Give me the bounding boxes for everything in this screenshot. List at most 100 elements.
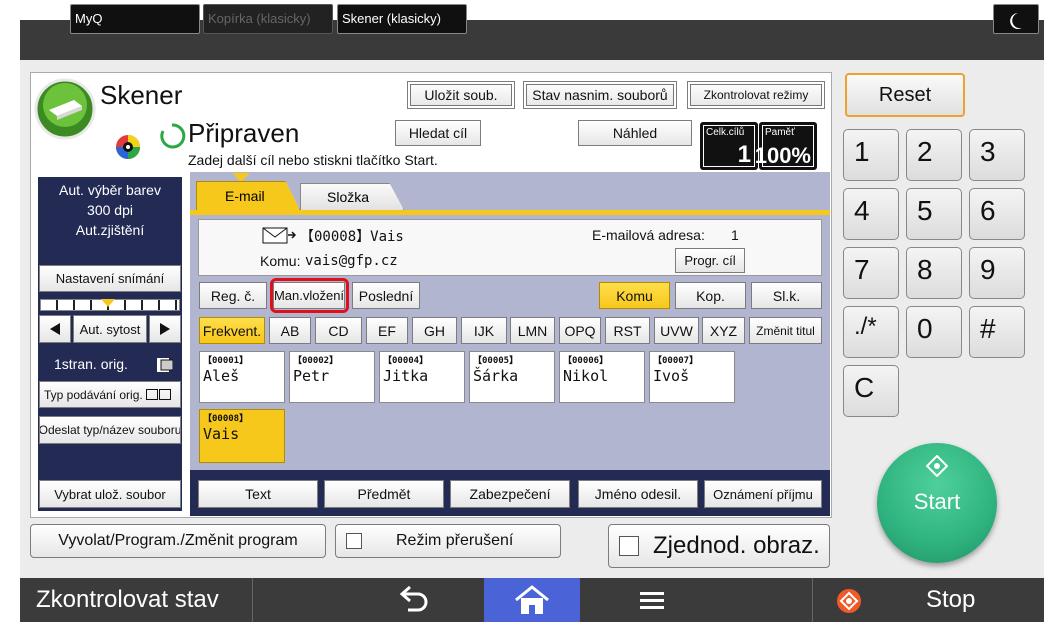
address-entry[interactable]: 【00006】 Nikol: [559, 351, 645, 403]
index-tab-ijk[interactable]: IJK: [461, 317, 507, 344]
address-number: 【00008】: [203, 414, 249, 424]
address-entry-selected[interactable]: 【00008】 Vais: [199, 409, 285, 463]
original-feed-type-label: Typ podávání orig.: [44, 387, 143, 402]
text-button[interactable]: Text: [198, 480, 318, 508]
change-title-button[interactable]: Změnit titul: [749, 317, 822, 344]
size-detection-value: Aut.zjištění: [75, 222, 145, 238]
index-tab-cd[interactable]: CD: [315, 317, 362, 344]
scan-settings-button[interactable]: Nastavení snímání: [39, 265, 181, 292]
stored-files-status-button[interactable]: Stav nasnim. souborů: [523, 81, 677, 109]
index-tab-ab[interactable]: AB: [269, 317, 311, 344]
color-mode-value: Aut. výběr barev: [59, 182, 161, 198]
density-decrease-button[interactable]: [39, 315, 71, 343]
simplified-screen-button[interactable]: Zjednod. obraz.: [608, 524, 830, 568]
index-tab-rst[interactable]: RST: [605, 317, 650, 344]
keypad-key-0[interactable]: 0: [906, 306, 962, 358]
address-name: Šárka: [473, 367, 519, 385]
index-tab-lmn[interactable]: LMN: [510, 317, 555, 344]
address-entry[interactable]: 【00007】 Ivoš: [649, 351, 735, 403]
bottom-divider: [252, 578, 253, 622]
keypad-key-4[interactable]: 4: [843, 188, 899, 240]
email-count-value: 1: [731, 227, 739, 243]
address-name: Nikol: [563, 367, 609, 385]
address-number: 【00001】: [203, 356, 249, 366]
back-arrow-icon: [399, 585, 428, 612]
preview-button[interactable]: Náhled: [578, 120, 692, 146]
scan-settings-summary: Aut. výběr barev 300 dpi Aut.zjištění: [38, 180, 182, 240]
total-destinations-label: Celk.cílů: [706, 127, 745, 138]
interrupt-mode-label: Režim přerušení: [396, 532, 514, 549]
program-destination-button[interactable]: Progr. cíl: [675, 248, 745, 273]
tab-myq[interactable]: MyQ: [70, 4, 200, 34]
density-increase-button[interactable]: [149, 315, 181, 343]
address-number: 【00004】: [383, 356, 429, 366]
address-entry[interactable]: 【00002】 Petr: [289, 351, 375, 403]
keypad-key-clear[interactable]: C: [843, 365, 899, 417]
tab-scanner-classic[interactable]: Skener (klasicky): [337, 4, 467, 34]
address-number: 【00006】: [563, 356, 609, 366]
keypad-key-9[interactable]: 9: [969, 247, 1025, 299]
select-stored-file-button[interactable]: Vybrat ulož. soubor: [39, 480, 181, 508]
color-wheel-icon: [112, 127, 152, 163]
back-button[interactable]: [394, 584, 434, 616]
keypad-key-6[interactable]: 6: [969, 188, 1025, 240]
reset-button[interactable]: Reset: [845, 73, 965, 117]
stop-button[interactable]: Stop: [926, 586, 975, 614]
address-number: 【00005】: [473, 356, 519, 366]
index-tab-frequent[interactable]: Frekvent.: [199, 317, 265, 344]
keypad-key-5[interactable]: 5: [906, 188, 962, 240]
check-modes-button[interactable]: Zkontrolovat režimy: [687, 81, 825, 109]
keypad-key-8[interactable]: 8: [906, 247, 962, 299]
index-tab-uvw[interactable]: UVW: [654, 317, 699, 344]
energy-saver-button[interactable]: [993, 4, 1039, 34]
start-button[interactable]: Start: [877, 443, 997, 563]
original-feed-type-button[interactable]: Typ podávání orig.: [39, 381, 181, 408]
recall-program-button[interactable]: Vyvolat/Program./Změnit program: [30, 524, 326, 558]
ready-indicator-icon: [158, 122, 186, 150]
keypad-key-2[interactable]: 2: [906, 129, 962, 181]
keypad-key-dot-star[interactable]: ./*: [843, 306, 899, 358]
memory-value: 100%: [754, 143, 811, 168]
address-entry[interactable]: 【00005】 Šárka: [469, 351, 555, 403]
index-tab-opq[interactable]: OPQ: [559, 317, 601, 344]
send-file-type-button[interactable]: Odeslat typ/název souboru: [39, 416, 181, 444]
index-tab-ef[interactable]: EF: [366, 317, 408, 344]
subject-button[interactable]: Předmět: [324, 480, 444, 508]
start-diamond-icon: [926, 455, 948, 477]
registration-number-button[interactable]: Reg. č.: [199, 282, 267, 309]
address-name: Aleš: [203, 367, 240, 385]
security-button[interactable]: Zabezpečení: [450, 480, 570, 508]
total-destinations-badge: Celk.cílů 1: [700, 122, 758, 170]
simplified-checkbox: [619, 536, 639, 556]
check-status-button[interactable]: Zkontrolovat stav: [36, 586, 219, 614]
cc-field-button[interactable]: Kop.: [675, 282, 746, 309]
memory-badge: Paměť 100%: [755, 122, 817, 170]
address-entry[interactable]: 【00001】 Aleš: [199, 351, 285, 403]
home-button[interactable]: [484, 578, 580, 622]
menu-button[interactable]: [636, 588, 668, 614]
search-destination-button[interactable]: Hledat cíl: [395, 120, 481, 146]
density-marker: [101, 299, 115, 307]
to-field-button[interactable]: Komu: [599, 282, 670, 309]
tab-email[interactable]: E-mail: [196, 181, 300, 210]
sender-name-button[interactable]: Jméno odesil.: [578, 480, 698, 508]
keypad-key-7[interactable]: 7: [843, 247, 899, 299]
index-tab-gh[interactable]: GH: [412, 317, 457, 344]
scanner-logo: [34, 78, 96, 140]
keypad-key-hash[interactable]: #: [969, 306, 1025, 358]
index-tab-xyz[interactable]: XYZ: [702, 317, 745, 344]
tab-copier-classic[interactable]: Kopírka (klasicky): [203, 4, 333, 34]
save-file-button[interactable]: Uložit soub.: [407, 81, 515, 109]
feed-orientation-alt-icon: [158, 389, 171, 400]
tab-folder[interactable]: Složka: [300, 183, 404, 210]
keypad-key-3[interactable]: 3: [969, 129, 1025, 181]
last-destination-button[interactable]: Poslední: [352, 282, 420, 309]
arrow-left-icon: [50, 323, 60, 335]
keypad-key-1[interactable]: 1: [843, 129, 899, 181]
original-sides-value: 1stran. orig.: [54, 356, 128, 372]
bcc-field-button[interactable]: Sl.k.: [751, 282, 822, 309]
address-entry[interactable]: 【00004】 Jitka: [379, 351, 465, 403]
auto-density-button[interactable]: Aut. sytost: [73, 315, 147, 343]
receipt-notification-button[interactable]: Oznámení příjmu: [704, 480, 822, 508]
interrupt-mode-button[interactable]: Režim přerušení: [335, 524, 561, 558]
